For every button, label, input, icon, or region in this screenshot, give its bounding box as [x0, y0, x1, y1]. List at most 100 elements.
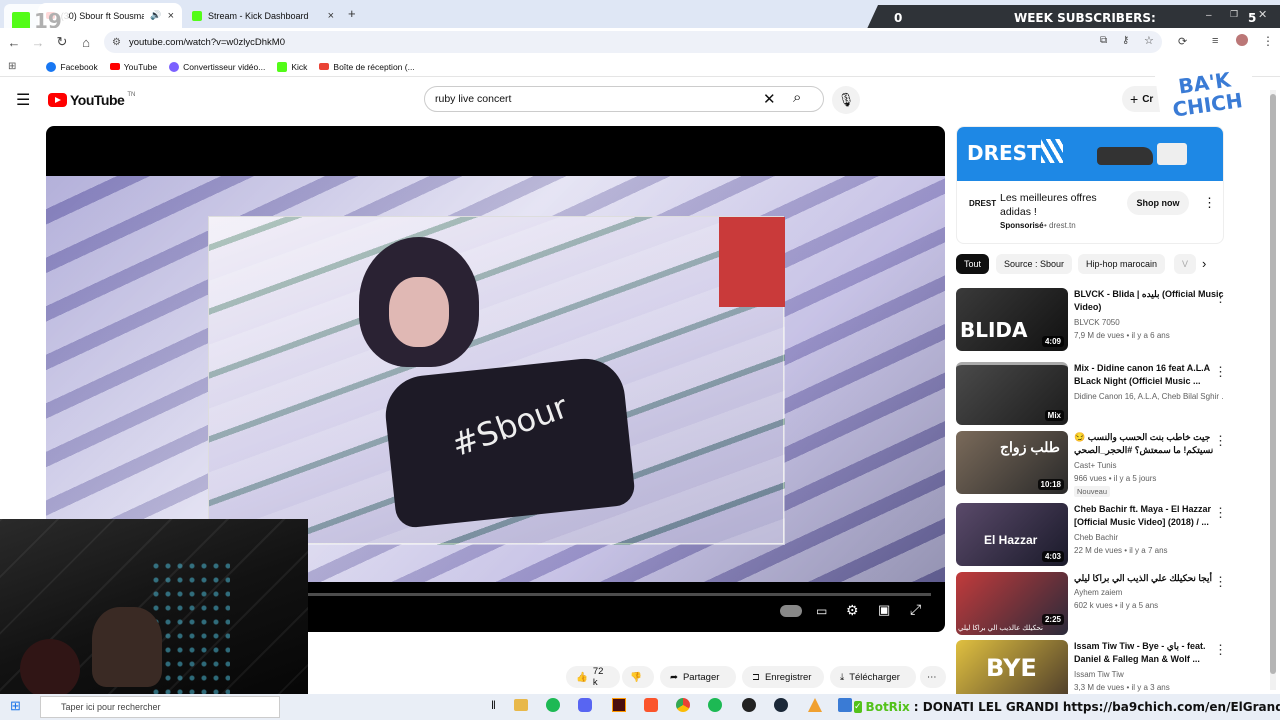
thumbs-up-icon: 👍 — [576, 671, 588, 683]
bookmark-star-icon[interactable]: ☆ — [1144, 34, 1154, 47]
home-icon[interactable]: ⌂ — [74, 35, 98, 50]
more-actions-button[interactable]: ⋯ — [920, 666, 946, 688]
search-input[interactable] — [425, 93, 755, 105]
recommendation-item[interactable]: نحكيلك عالذيب الي براكا ليلي 2:25 أيجا ن… — [956, 572, 1276, 638]
bookmark-converter[interactable]: Convertisseur vidéo... — [169, 61, 265, 72]
new-tab-button[interactable]: + — [348, 6, 356, 21]
converter-icon — [169, 61, 180, 72]
save-button[interactable]: ⊐ Enregistrer — [742, 666, 824, 688]
bakchich-logo: BA'K CHICH — [1153, 53, 1259, 135]
recommendation-item[interactable]: BLIDA 4:09 BLVCK - Blida | بليده (Offici… — [956, 288, 1276, 354]
recommendation-item[interactable]: El Hazzar 4:03 Cheb Bachir ft. Maya - El… — [956, 503, 1276, 569]
vlc-icon[interactable] — [808, 698, 822, 712]
autoplay-toggle[interactable] — [780, 605, 802, 617]
close-tab-icon[interactable]: × — [168, 10, 174, 22]
media-control-icon[interactable]: ≡ — [1212, 35, 1218, 47]
search-icon[interactable]: ⌕ — [793, 89, 801, 106]
share-button[interactable]: ➦ Partager — [660, 666, 736, 688]
duration-badge: 4:09 — [1041, 336, 1064, 347]
extensions-icon[interactable]: ⟳ — [1178, 35, 1187, 48]
ad-more-icon[interactable]: ⋮ — [1203, 195, 1216, 211]
channel-name: Didine Canon 16, A.L.A, Cheb Bilal Sghir… — [1074, 392, 1224, 401]
more-options-icon[interactable]: ⋮ — [1214, 433, 1227, 449]
chip-source[interactable]: Source : Sbour — [996, 254, 1073, 274]
forward-arrow-icon[interactable]: → — [26, 35, 50, 50]
app-icon[interactable] — [838, 698, 852, 712]
maximize-icon[interactable]: ❐ — [1230, 9, 1238, 20]
chrome-icon[interactable] — [676, 698, 690, 712]
duration-badge: 4:03 — [1041, 551, 1064, 562]
url-text: youtube.com/watch?v=w0zlycDhkM0 — [128, 36, 285, 48]
logo-text: YouTube — [70, 92, 125, 108]
thumbs-down-icon: 👎 — [630, 671, 642, 683]
bookmark-kick[interactable]: Kick — [277, 61, 307, 72]
reload-icon[interactable]: ↻ — [50, 34, 74, 50]
tab-kick-dashboard[interactable]: Stream - Kick Dashboard × — [184, 3, 342, 28]
address-bar[interactable]: ⚙ youtube.com/watch?v=w0zlycDhkM0 ⧉ ⚷ ☆ — [104, 31, 1162, 53]
hamburger-menu-icon[interactable]: ☰ — [16, 90, 30, 110]
profile-avatar[interactable] — [1236, 34, 1248, 46]
more-options-icon[interactable]: ⋮ — [1214, 364, 1227, 380]
bookmark-facebook[interactable]: Facebook — [46, 61, 98, 72]
search-box: ✕ ⌕ — [424, 86, 824, 112]
fullscreen-icon[interactable]: ⤢ — [910, 601, 921, 618]
discord-icon[interactable] — [578, 698, 592, 712]
spotify-icon[interactable] — [546, 698, 560, 712]
video-title: أيجا نحكيلك علي الذيب الي براكا ليلي — [1074, 573, 1212, 583]
subtitles-icon[interactable]: ▭ — [816, 604, 827, 618]
bookmark-gmail[interactable]: Boîte de réception (... — [319, 62, 415, 72]
video-meta: 966 vues • il y a 5 jours — [1074, 474, 1157, 483]
more-options-icon[interactable]: ⋮ — [1214, 642, 1227, 658]
bookmarks-bar: ⊞ Facebook YouTube Convertisseur vidéo..… — [0, 57, 1280, 77]
task-view-icon[interactable]: ‖ — [491, 698, 496, 712]
spotify-icon[interactable] — [708, 698, 722, 712]
webcam-object — [20, 639, 80, 699]
chip-more[interactable]: V — [1174, 254, 1196, 274]
password-key-icon[interactable]: ⚷ — [1122, 35, 1129, 46]
advertiser-logo: DREST — [969, 199, 997, 208]
recommendation-item[interactable]: طلب زواج 10:18 😏 جيت خاطب بنت الحسب والن… — [956, 431, 1276, 497]
youtube-play-icon — [48, 93, 67, 107]
video-title: Cheb Bachir ft. Maya - El Hazzar [Offici… — [1074, 504, 1212, 527]
minimize-icon[interactable]: – — [1206, 10, 1212, 21]
settings-gear-icon[interactable]: ⚙ — [846, 602, 859, 619]
file-explorer-icon[interactable] — [514, 699, 528, 711]
clear-search-icon[interactable]: ✕ — [763, 90, 776, 108]
site-info-icon[interactable]: ⚙ — [112, 37, 121, 48]
back-arrow-icon[interactable]: ← — [2, 35, 26, 50]
windows-start-icon[interactable]: ⊞ — [10, 698, 21, 714]
install-icon[interactable]: ⧉ — [1100, 35, 1107, 46]
bookmark-youtube[interactable]: YouTube — [109, 62, 157, 72]
ad-card[interactable]: DREST DREST Les meilleures offres adidas… — [956, 126, 1224, 244]
apps-grid-icon[interactable]: ⊞ — [8, 61, 16, 72]
steam-icon[interactable] — [774, 698, 788, 712]
scrollbar-thumb[interactable] — [1270, 94, 1276, 674]
like-button[interactable]: 👍 72 k — [566, 666, 620, 688]
recommendation-item[interactable]: Mix Mix - Didine canon 16 feat A.L.A BLa… — [956, 362, 1276, 428]
more-options-icon[interactable]: ⋮ — [1214, 574, 1227, 590]
theater-mode-icon[interactable]: ▣ — [878, 602, 890, 618]
close-tab-icon[interactable]: × — [328, 10, 334, 22]
more-options-icon[interactable]: ⋮ — [1214, 290, 1227, 306]
shoe-image — [1157, 143, 1187, 165]
chevron-right-icon[interactable]: › — [1202, 256, 1206, 271]
more-options-icon[interactable]: ⋮ — [1214, 505, 1227, 521]
chip-all[interactable]: Tout — [956, 254, 990, 274]
microphone-icon[interactable]: 🎙 — [832, 86, 860, 114]
youtube-logo[interactable]: YouTube TN — [48, 92, 135, 108]
recommendation-item[interactable]: BYE Issam Tiw Tiw - Bye - باي - feat. Da… — [956, 640, 1276, 694]
video-thumbnail: El Hazzar 4:03 — [956, 503, 1068, 566]
chip-hiphop[interactable]: Hip-hop marocain — [1078, 254, 1166, 274]
shop-now-button[interactable]: Shop now — [1127, 191, 1189, 215]
duration-badge: 10:18 — [1037, 479, 1064, 490]
obs-icon[interactable] — [742, 698, 756, 712]
browser-menu-icon[interactable]: ⋮ — [1262, 34, 1274, 48]
page-scrollbar[interactable] — [1270, 90, 1276, 690]
check-icon: ✓ — [854, 701, 862, 713]
brave-browser-icon[interactable] — [644, 698, 658, 712]
illustrator-icon[interactable] — [612, 698, 626, 712]
taskbar-search-box[interactable]: Taper ici pour rechercher — [40, 696, 280, 718]
download-button[interactable]: ⤓ Télécharger — [830, 666, 916, 688]
close-window-icon[interactable]: ✕ — [1258, 8, 1267, 21]
dislike-button[interactable]: 👎 — [622, 666, 654, 688]
